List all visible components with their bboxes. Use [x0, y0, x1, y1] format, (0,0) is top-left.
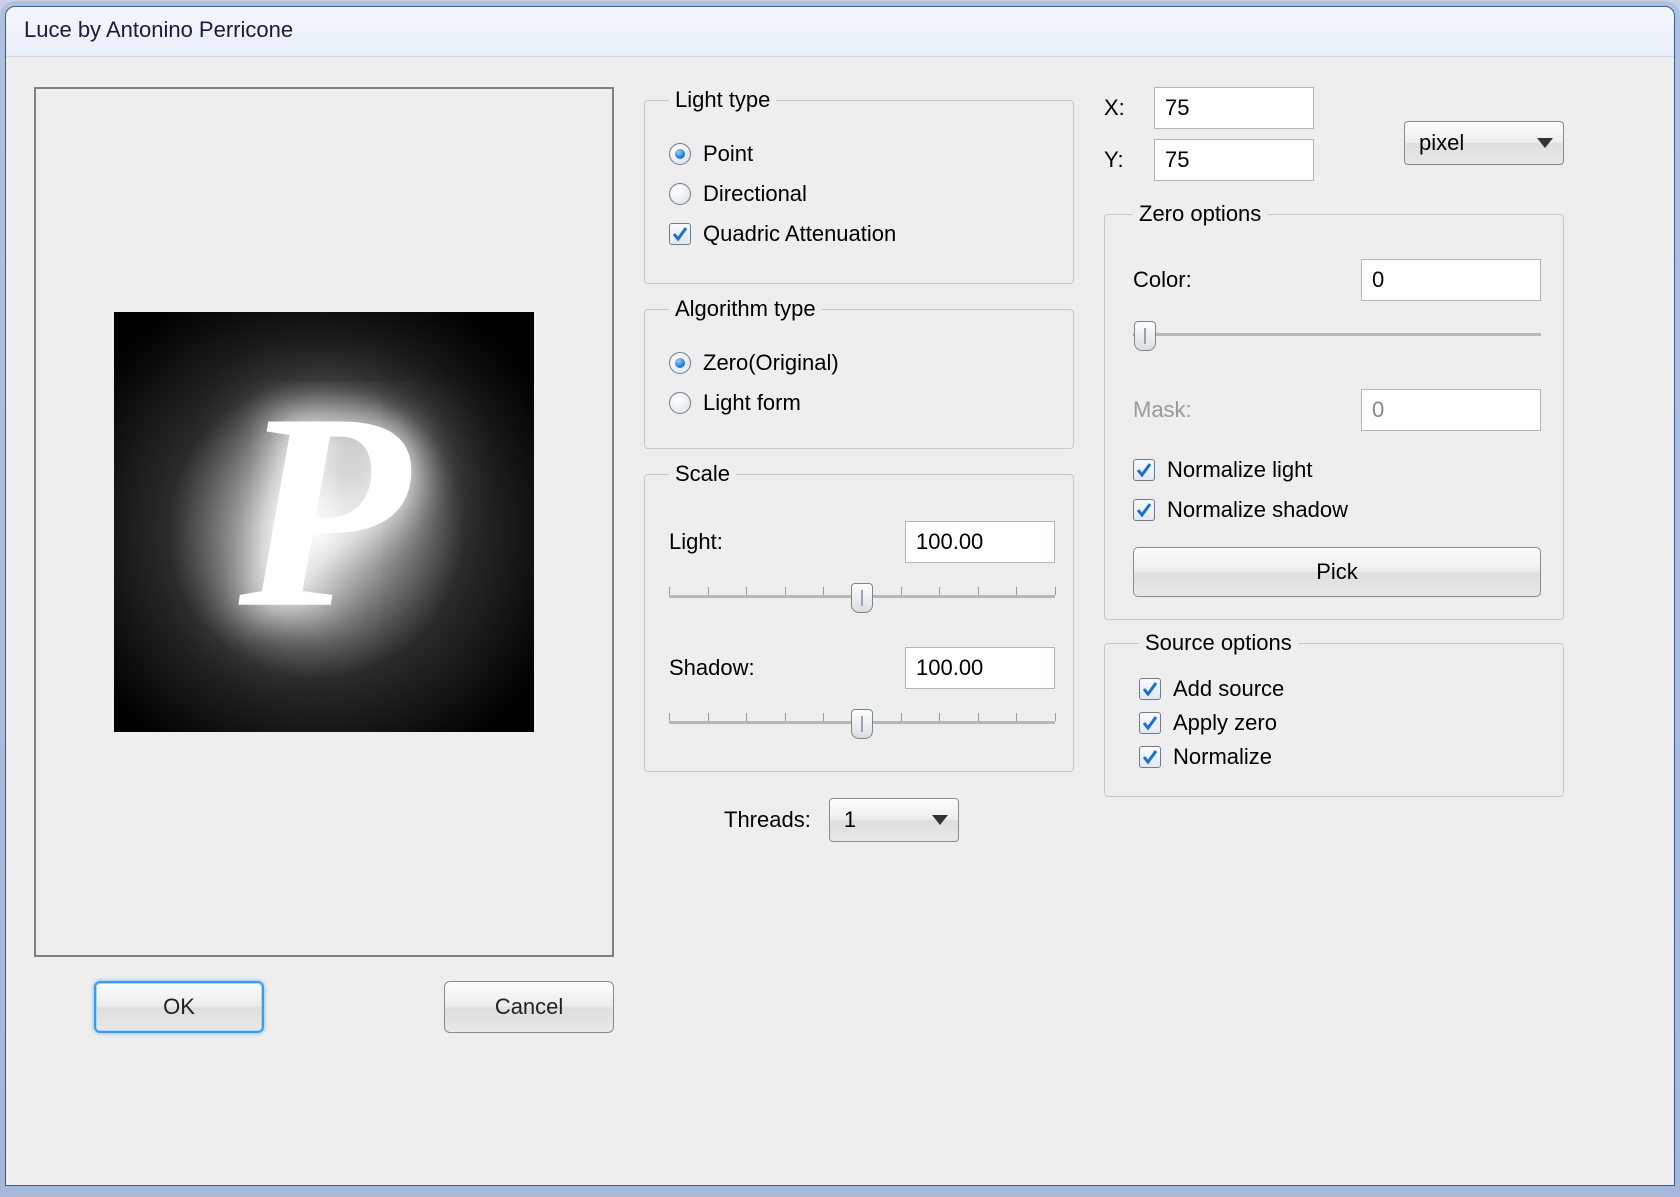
chevron-down-icon	[1537, 138, 1553, 148]
radio-zero-original[interactable]	[669, 352, 691, 374]
scale-shadow-slider[interactable]	[669, 703, 1055, 743]
threads-select[interactable]: 1	[829, 798, 959, 842]
radio-point-label[interactable]: Point	[703, 141, 753, 167]
scale-shadow-input[interactable]	[905, 647, 1055, 689]
cancel-button[interactable]: Cancel	[444, 981, 614, 1033]
pick-button[interactable]: Pick	[1133, 547, 1541, 597]
check-icon	[1141, 714, 1159, 732]
dialog-buttons: OK Cancel	[34, 981, 614, 1033]
preview-frame: P	[34, 87, 614, 957]
right-column: X: Y: pixel Zero options Color:	[1104, 87, 1564, 1165]
scale-shadow-label: Shadow:	[669, 655, 755, 681]
scale-legend: Scale	[669, 461, 736, 487]
radio-directional-label[interactable]: Directional	[703, 181, 807, 207]
x-label: X:	[1104, 95, 1140, 121]
source-options-group: Source options Add source Apply zero	[1104, 630, 1564, 797]
check-normalize-label[interactable]: Normalize	[1173, 744, 1272, 770]
titlebar: Luce by Antonino Perricone	[6, 7, 1674, 57]
check-quadric-label[interactable]: Quadric Attenuation	[703, 221, 896, 247]
check-normalize-light[interactable]	[1133, 459, 1155, 481]
source-options-legend: Source options	[1139, 630, 1298, 656]
preview-letter: P	[238, 371, 409, 651]
check-normalize-shadow-label[interactable]: Normalize shadow	[1167, 497, 1348, 523]
algorithm-group: Algorithm type Zero(Original) Light form	[644, 296, 1074, 449]
radio-zero-original-label[interactable]: Zero(Original)	[703, 350, 839, 376]
check-icon	[1141, 748, 1159, 766]
check-normalize-light-label[interactable]: Normalize light	[1167, 457, 1313, 483]
check-add-source-label[interactable]: Add source	[1173, 676, 1284, 702]
check-normalize-shadow[interactable]	[1133, 499, 1155, 521]
check-icon	[1135, 501, 1153, 519]
left-column: P OK Cancel	[34, 87, 614, 1165]
scale-light-slider[interactable]	[669, 577, 1055, 617]
scale-light-label: Light:	[669, 529, 723, 555]
color-slider[interactable]	[1133, 315, 1541, 355]
window-title: Luce by Antonino Perricone	[24, 17, 293, 42]
zero-options-group: Zero options Color: Mask:	[1104, 201, 1564, 620]
scale-group: Scale Light: Shadow:	[644, 461, 1074, 772]
zero-options-legend: Zero options	[1133, 201, 1267, 227]
scale-light-input[interactable]	[905, 521, 1055, 563]
x-input[interactable]	[1154, 87, 1314, 129]
dialog-window: Luce by Antonino Perricone P OK Cancel L…	[5, 6, 1675, 1186]
mask-input	[1361, 389, 1541, 431]
dialog-content: P OK Cancel Light type Point Directional	[6, 57, 1674, 1185]
radio-light-form[interactable]	[669, 392, 691, 414]
color-label: Color:	[1133, 267, 1192, 293]
mask-label: Mask:	[1133, 397, 1192, 423]
algorithm-legend: Algorithm type	[669, 296, 822, 322]
y-input[interactable]	[1154, 139, 1314, 181]
middle-column: Light type Point Directional Quadric Att…	[644, 87, 1074, 1165]
y-label: Y:	[1104, 147, 1140, 173]
radio-directional[interactable]	[669, 183, 691, 205]
check-add-source[interactable]	[1139, 678, 1161, 700]
unit-value: pixel	[1419, 130, 1464, 156]
threads-row: Threads: 1	[644, 798, 1074, 842]
chevron-down-icon	[932, 815, 948, 825]
preview-image: P	[114, 312, 534, 732]
position-row: X: Y: pixel	[1104, 87, 1564, 191]
light-type-legend: Light type	[669, 87, 776, 113]
check-quadric[interactable]	[669, 223, 691, 245]
color-input[interactable]	[1361, 259, 1541, 301]
check-icon	[1135, 461, 1153, 479]
threads-label: Threads:	[724, 807, 811, 833]
radio-light-form-label[interactable]: Light form	[703, 390, 801, 416]
check-normalize[interactable]	[1139, 746, 1161, 768]
radio-point[interactable]	[669, 143, 691, 165]
ok-button[interactable]: OK	[94, 981, 264, 1033]
check-icon	[1141, 680, 1159, 698]
unit-select[interactable]: pixel	[1404, 121, 1564, 165]
check-apply-zero[interactable]	[1139, 712, 1161, 734]
light-type-group: Light type Point Directional Quadric Att…	[644, 87, 1074, 284]
check-icon	[671, 225, 689, 243]
threads-value: 1	[844, 807, 856, 833]
check-apply-zero-label[interactable]: Apply zero	[1173, 710, 1277, 736]
